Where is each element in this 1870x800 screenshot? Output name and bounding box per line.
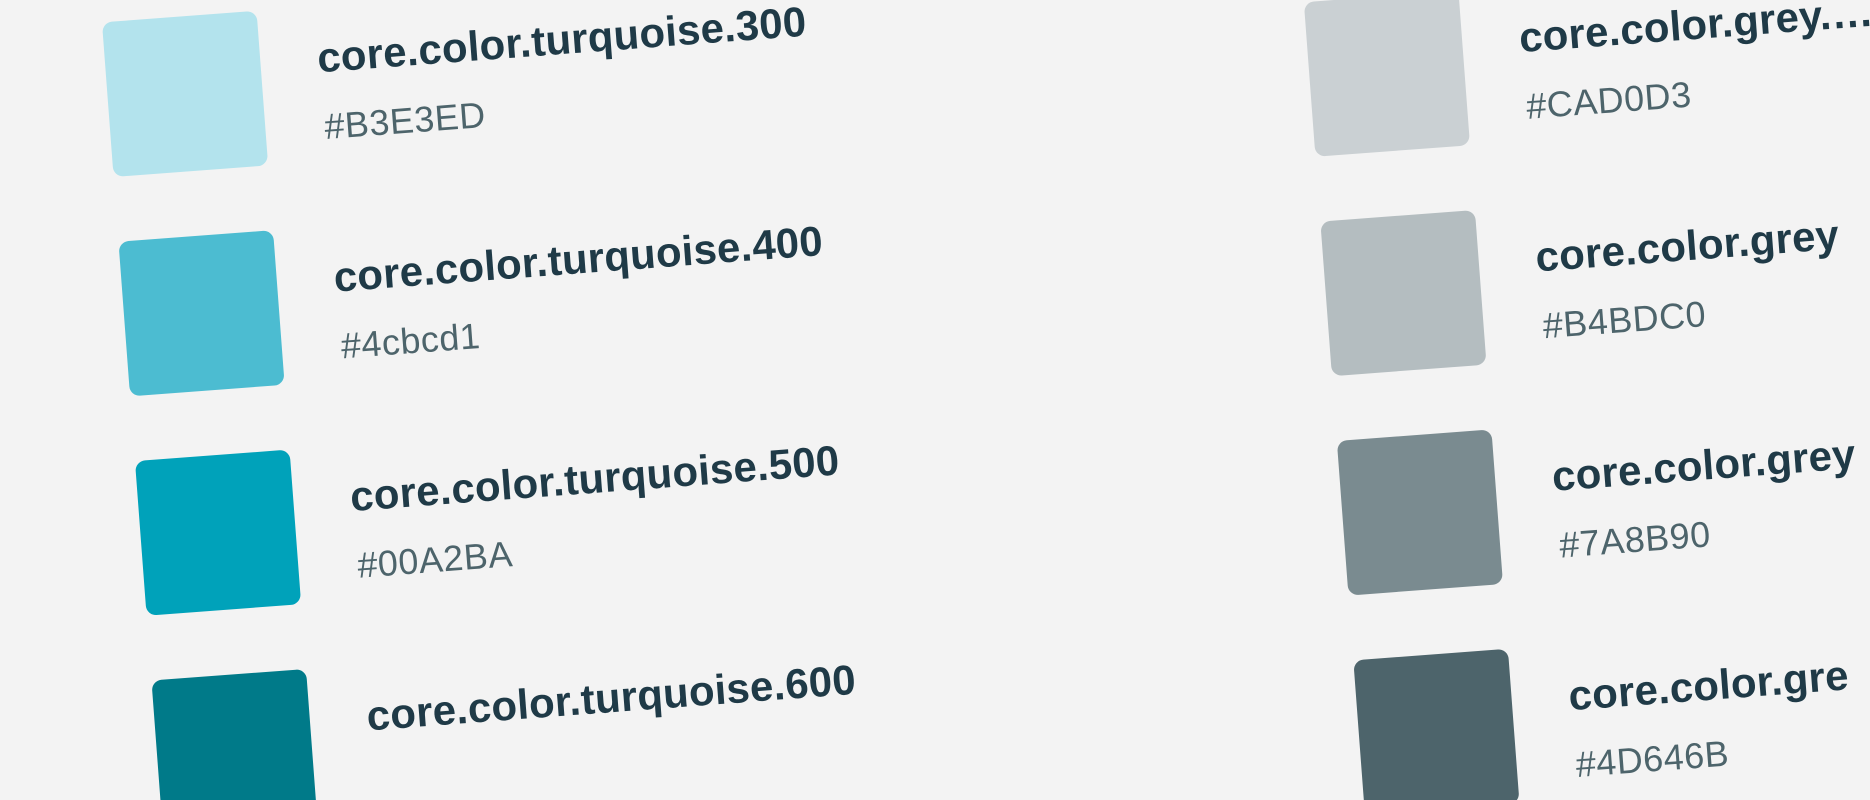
token-name: core.color.turquoise.500 (348, 436, 841, 521)
color-chip[interactable] (101, 10, 269, 177)
token-name: core.color.turquoise.600 (364, 655, 858, 740)
swatch-grey-c: core.color.grey #7A8B90 (1336, 384, 1870, 601)
hex-value: #7A8B90 (1557, 513, 1713, 566)
color-chip[interactable] (151, 668, 318, 800)
swatch-turquoise-500: core.color.turquoise.500 #00A2BA (134, 404, 905, 621)
token-name: core.color.gre (1566, 651, 1851, 720)
token-name: core.color.turquoise.400 (331, 217, 825, 301)
token-name: core.color.grey (1533, 210, 1841, 281)
color-chip[interactable] (1320, 210, 1487, 377)
color-chip[interactable] (134, 449, 302, 616)
token-name: core.color.turquoise.300 (315, 0, 808, 82)
palette-canvas: core.color.turquoise.300 #B3E3ED core.co… (0, 0, 1870, 800)
color-chip[interactable] (118, 230, 285, 397)
token-name: core.color.grey (1550, 430, 1858, 500)
color-chip[interactable] (1336, 429, 1504, 596)
swatch-grey-d: core.color.gre #4D646B (1353, 603, 1870, 800)
swatch-turquoise-400: core.color.turquoise.400 #4cbcd1 (118, 185, 888, 402)
token-name: core.color.grey.… (1517, 0, 1870, 62)
swatch-grey-b: core.color.grey #B4BDC0 (1320, 165, 1870, 382)
color-chip[interactable] (1353, 648, 1520, 800)
hex-value: #B4BDC0 (1541, 293, 1708, 347)
hex-value: #4cbcd1 (339, 315, 482, 367)
hex-value: #4D646B (1574, 732, 1731, 785)
hex-value: #B3E3ED (322, 93, 488, 147)
hex-value: #CAD0D3 (1524, 73, 1693, 127)
palette-board: core.color.turquoise.300 #B3E3ED core.co… (0, 0, 1870, 800)
hex-value: #00A2BA (355, 533, 515, 586)
swatch-turquoise-600: core.color.turquoise.600 (151, 624, 921, 800)
color-chip[interactable] (1303, 0, 1471, 157)
swatch-grey-a: core.color.grey.… #CAD0D3 (1303, 0, 1870, 162)
swatch-turquoise-300: core.color.turquoise.300 #B3E3ED (101, 0, 872, 182)
